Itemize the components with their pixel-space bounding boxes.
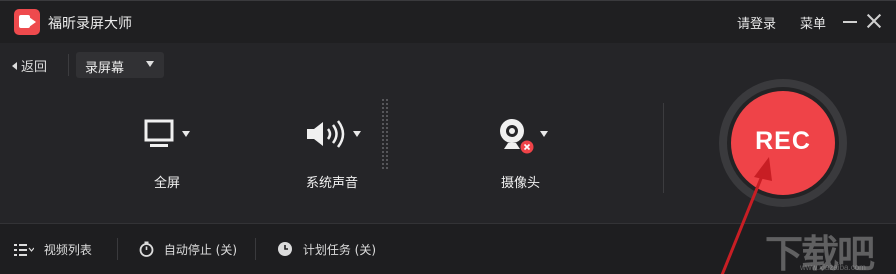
record-mode-label: 录屏幕 xyxy=(85,61,125,76)
video-list-button[interactable]: 视频列表 xyxy=(14,241,92,258)
auto-stop-button[interactable]: 自动停止 (关) xyxy=(139,241,237,258)
camera-option[interactable]: 摄像头 xyxy=(490,113,570,193)
back-arrow-icon xyxy=(12,62,17,70)
screen-option-label: 全屏 xyxy=(154,176,181,191)
bottom-bar: 视频列表 自动停止 (关) 计划任务 (关) xyxy=(0,223,896,274)
watermark-url: www.xiazaiba.com xyxy=(800,263,866,272)
speaker-icon xyxy=(307,120,345,148)
audio-option-label: 系统声音 xyxy=(306,176,359,191)
schedule-task-button[interactable]: 计划任务 (关) xyxy=(277,241,376,258)
camera-dropdown-chevron-icon[interactable] xyxy=(540,131,548,137)
video-list-label: 视频列表 xyxy=(43,243,92,257)
list-icon xyxy=(14,244,35,256)
rec-button-label: REC xyxy=(755,127,811,155)
chevron-down-icon xyxy=(146,61,154,67)
record-mode-dropdown[interactable]: 录屏幕 xyxy=(76,52,164,78)
app-title: 福昕录屏大师 xyxy=(48,16,132,32)
clock-icon xyxy=(278,242,292,256)
camera-disabled-badge-icon xyxy=(520,140,534,154)
drag-handle[interactable] xyxy=(381,98,389,170)
back-label: 返回 xyxy=(21,60,48,75)
login-link[interactable]: 请登录 xyxy=(737,13,776,32)
camera-option-label: 摄像头 xyxy=(501,176,541,191)
close-icon[interactable] xyxy=(866,13,882,29)
app-logo-icon xyxy=(14,9,40,35)
rec-button[interactable]: REC xyxy=(731,91,835,195)
app-window: 福昕录屏大师 请登录 菜单 返回 录屏幕 全屏 系统声音 摄像头 REC 视频列… xyxy=(0,0,896,274)
monitor-icon xyxy=(144,119,174,147)
auto-stop-label: 自动停止 (关) xyxy=(163,243,238,257)
audio-dropdown-chevron-icon[interactable] xyxy=(353,131,361,137)
back-button[interactable]: 返回 xyxy=(12,56,47,75)
schedule-task-label: 计划任务 (关) xyxy=(302,243,377,257)
screen-area-option[interactable]: 全屏 xyxy=(130,113,210,193)
title-bar: 福昕录屏大师 请登录 菜单 xyxy=(0,1,896,43)
minimize-icon[interactable] xyxy=(843,21,857,23)
toolbar-divider xyxy=(68,54,69,76)
stopwatch-icon xyxy=(139,241,154,257)
system-audio-option[interactable]: 系统声音 xyxy=(300,113,380,193)
screen-dropdown-chevron-icon[interactable] xyxy=(182,131,190,137)
bottom-separator xyxy=(117,238,118,260)
menu-button[interactable]: 菜单 xyxy=(800,13,826,32)
bottom-separator xyxy=(255,238,256,260)
options-divider xyxy=(663,103,664,193)
